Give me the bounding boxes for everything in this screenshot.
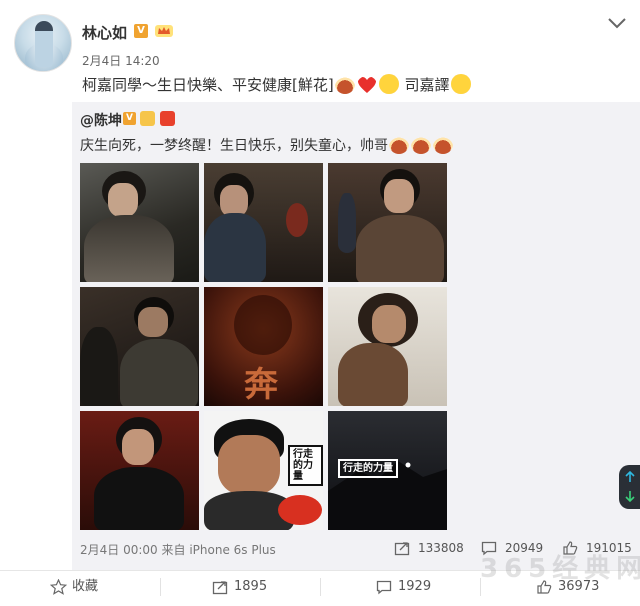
arrow-up-icon[interactable] (625, 471, 635, 483)
cake-emoji-icon (334, 74, 355, 94)
site-watermark: 365经典网 (480, 554, 640, 584)
repost-text: 庆生向死，一梦终醒！生日快乐，别失童心，帅哥 (80, 134, 454, 155)
chevron-down-icon[interactable] (606, 16, 628, 30)
favorite-label: 收藏 (72, 579, 99, 594)
member-crown-icon[interactable] (154, 22, 174, 38)
author-name[interactable]: 林心如 (82, 22, 127, 43)
post-timestamp[interactable]: 2月4日 14:20 (82, 52, 160, 69)
weibo-post-card: 林心如 V 2月4日 14:20 柯嘉同學～生日快樂、平安健康[鮮花] 司嘉譯 … (0, 0, 640, 606)
comment-count: 1929 (398, 579, 432, 594)
photo-grid: 奔 行走的力量 行走的力量 (80, 163, 450, 533)
photo-dark-crowd-scene[interactable] (80, 287, 199, 406)
scroll-float-widget[interactable] (619, 465, 640, 509)
repost-text-main: 庆生向死，一梦终醒！生日快乐，别失童心，帅哥 (80, 138, 388, 154)
star-icon (50, 579, 67, 595)
cake-emoji-icon (389, 134, 409, 154)
cake-emoji-icon (411, 134, 431, 154)
post-text: 柯嘉同學～生日快樂、平安健康[鮮花] 司嘉譯 (82, 74, 472, 95)
repost-repost-count: 133808 (418, 541, 464, 555)
poster-caption: 奔 (244, 365, 278, 405)
photo-man-in-jacket[interactable] (80, 411, 199, 530)
arrow-down-icon[interactable] (625, 490, 635, 502)
repost-member-badge-icon (140, 111, 155, 126)
smile-emoji-icon (450, 74, 471, 94)
photo-man-in-coat[interactable] (80, 163, 199, 282)
repost-repost-stat[interactable]: 133808 (394, 540, 466, 556)
pleading-face-emoji-icon (378, 74, 399, 94)
heart-emoji-icon (357, 77, 376, 93)
post-text-tail: 司嘉譯 (399, 76, 450, 94)
verified-badge-icon: V (134, 24, 148, 38)
photo-man-in-tweed-suit[interactable] (328, 163, 447, 282)
action-divider (160, 578, 161, 596)
repost-date[interactable]: 2月4日 00:00 (80, 543, 158, 557)
repost-verified-badge-icon: V (123, 112, 136, 125)
repost-red-badge-icon (160, 111, 175, 126)
post-text-main: 柯嘉同學～生日快樂、平安健康[鮮花] (82, 76, 334, 94)
repost-meta: 2月4日 00:00 来自 iPhone 6s Plus (80, 541, 276, 558)
avatar-figure (35, 21, 53, 67)
photo-label: 行走的力量 (288, 445, 323, 486)
repost-count: 1895 (234, 579, 268, 594)
photo-man-in-suit-door[interactable] (204, 163, 323, 282)
photo-label: 行走的力量 (338, 459, 398, 478)
share-icon (394, 542, 410, 556)
comment-icon (376, 580, 392, 595)
photo-long-hair-portrait[interactable] (328, 287, 447, 406)
photo-red-poster-character[interactable]: 奔 (204, 287, 323, 406)
share-icon (212, 581, 228, 595)
repost-source[interactable]: 来自 iPhone 6s Plus (162, 543, 276, 557)
action-divider (320, 578, 321, 596)
repost-author-link[interactable]: @陈坤 (80, 110, 122, 130)
photo-smiling-man[interactable]: 行走的力量 (204, 411, 323, 530)
photo-night-mountain[interactable]: 行走的力量 (328, 411, 447, 530)
cake-emoji-icon (433, 134, 453, 154)
author-avatar[interactable] (14, 14, 72, 72)
